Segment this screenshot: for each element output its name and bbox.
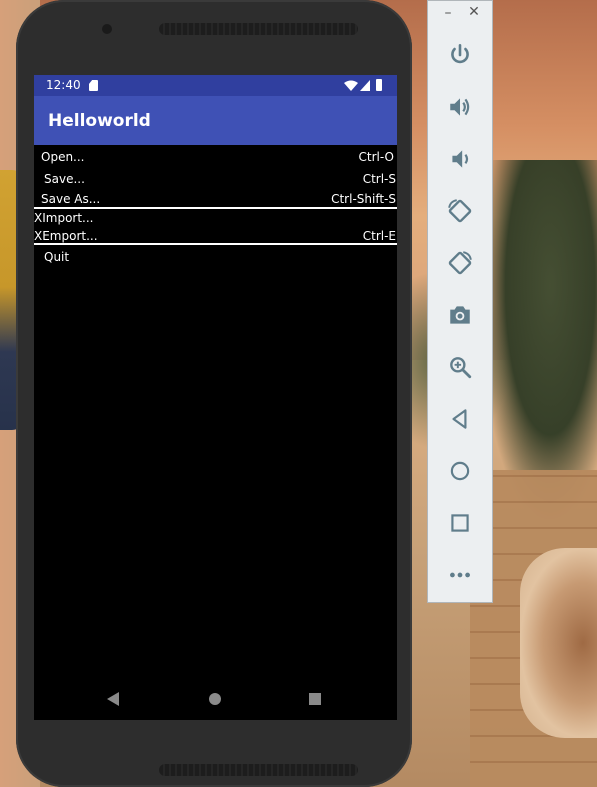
battery-icon <box>376 79 382 91</box>
menu-item-ximport[interactable]: XImport... <box>34 209 397 227</box>
overview-icon <box>451 514 469 532</box>
back-button[interactable] <box>444 403 476 435</box>
menu-item-save[interactable]: Save... Ctrl-S <box>34 170 397 188</box>
menu-item-shortcut: Ctrl-S <box>362 172 396 186</box>
bottom-speaker-grille <box>159 764 358 776</box>
rotate-left-icon <box>448 199 472 223</box>
back-icon <box>452 409 467 429</box>
nav-overview-icon[interactable] <box>309 693 321 705</box>
rotate-left-button[interactable] <box>444 195 476 227</box>
volume-up-icon <box>450 98 470 116</box>
camera-icon <box>450 306 470 324</box>
close-button[interactable]: ✕ <box>466 4 482 22</box>
zoom-button[interactable] <box>444 351 476 383</box>
app-title: Helloworld <box>48 111 151 131</box>
background-pipe <box>520 548 597 738</box>
zoom-icon <box>450 357 472 379</box>
nav-back-icon[interactable] <box>107 692 119 706</box>
menu-item-quit[interactable]: Quit <box>34 248 397 266</box>
menu-item-shortcut: Ctrl-O <box>358 150 394 164</box>
menu-item-label: Open... <box>41 150 85 164</box>
menu-item-label: Save... <box>44 172 85 186</box>
menu-item-open[interactable]: Open... Ctrl-O <box>34 148 397 166</box>
sd-card-icon <box>89 80 98 91</box>
menu-item-label: XImport... <box>34 211 94 225</box>
signal-icon <box>360 80 370 91</box>
menu-item-save-as[interactable]: Save As... Ctrl-Shift-S <box>34 190 397 208</box>
volume-down-button[interactable] <box>444 143 476 175</box>
rotate-right-icon <box>448 251 472 275</box>
app-bar: Helloworld <box>34 96 397 145</box>
more-icon <box>450 572 470 578</box>
overview-button[interactable] <box>444 507 476 539</box>
device-screen: 12:40 Helloworld Open... Ctrl-O Save... … <box>34 75 397 720</box>
minimize-button[interactable]: – <box>440 5 456 23</box>
status-bar: 12:40 <box>34 75 397 96</box>
power-button[interactable] <box>444 39 476 71</box>
status-time: 12:40 <box>46 78 81 92</box>
menu-item-shortcut: Ctrl-E <box>362 229 396 243</box>
volume-down-icon <box>452 150 469 168</box>
volume-up-button[interactable] <box>444 91 476 123</box>
menu-item-label: XEmport... <box>34 229 98 243</box>
front-camera <box>102 24 112 34</box>
nav-home-icon[interactable] <box>209 693 221 705</box>
home-icon <box>450 461 470 481</box>
menu-item-label: Save As... <box>41 192 101 206</box>
top-speaker-grille <box>159 23 358 35</box>
power-icon <box>451 43 469 64</box>
more-button[interactable] <box>444 559 476 591</box>
navigation-bar <box>34 681 397 720</box>
menu-separator <box>34 243 397 245</box>
rotate-right-button[interactable] <box>444 247 476 279</box>
emulator-toolbar: – ✕ <box>427 0 493 603</box>
wifi-icon <box>344 80 358 91</box>
menu-item-shortcut: Ctrl-Shift-S <box>331 192 396 206</box>
menu-item-label: Quit <box>44 250 70 264</box>
home-button[interactable] <box>444 455 476 487</box>
screenshot-button[interactable] <box>444 299 476 331</box>
